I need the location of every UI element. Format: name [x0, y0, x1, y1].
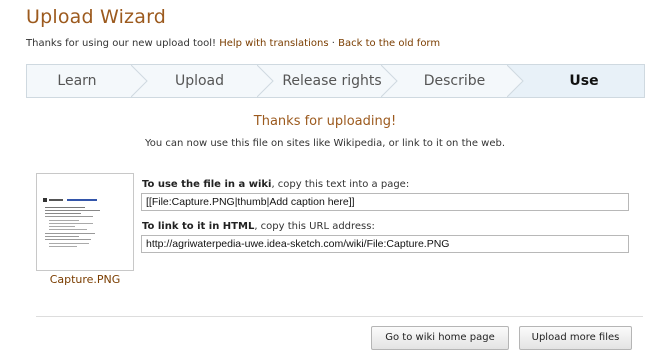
wiki-text-field[interactable]: [[File:Capture.PNG|thumb|Add caption her… — [141, 193, 629, 211]
upload-more-button[interactable]: Upload more files — [519, 326, 632, 350]
old-form-link[interactable]: Back to the old form — [338, 38, 440, 49]
divider — [36, 316, 643, 317]
wizard-steps: Learn Upload Release rights Describe Use — [26, 64, 645, 98]
wiki-home-button[interactable]: Go to wiki home page — [371, 326, 509, 350]
wiki-usage-label-bold: To use the file in a wiki — [142, 179, 272, 190]
page-title: Upload Wizard — [26, 6, 167, 28]
file-thumbnail[interactable] — [36, 173, 134, 271]
step-arrow-icon — [507, 65, 525, 97]
step-use: Use — [569, 73, 599, 89]
step-release-rights: Release rights — [282, 73, 382, 89]
thumbnail-preview-image — [43, 198, 100, 247]
html-url-field[interactable]: http://agriwaterpedia-uwe.idea-sketch.co… — [141, 235, 629, 253]
thanks-body: You can now use this file on sites like … — [144, 138, 506, 149]
header-subline: Thanks for using our new upload tool! He… — [26, 38, 440, 49]
step-upload: Upload — [174, 73, 225, 89]
step-describe: Describe — [423, 73, 486, 89]
thanks-text: Thanks for using our new upload tool! — [26, 38, 216, 49]
html-link-label-rest: , copy this URL address: — [254, 221, 375, 232]
help-translations-link[interactable]: Help with translations — [219, 38, 328, 49]
html-link-label: To link to it in HTML, copy this URL add… — [142, 221, 375, 232]
step-learn: Learn — [57, 73, 97, 89]
file-name-link[interactable]: Capture.PNG — [36, 273, 134, 286]
html-link-label-bold: To link to it in HTML — [142, 221, 255, 232]
wiki-usage-label: To use the file in a wiki, copy this tex… — [142, 179, 409, 190]
separator: · — [331, 38, 335, 49]
thanks-heading: Thanks for uploading! — [253, 114, 397, 129]
wiki-usage-label-rest: , copy this text into a page: — [271, 179, 410, 190]
